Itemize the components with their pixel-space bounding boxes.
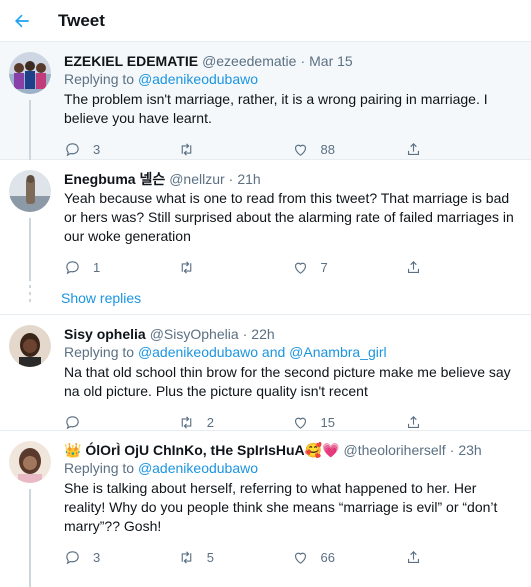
author-handle[interactable]: @theoloriherself — [344, 441, 446, 459]
tweet-header: Enegbuma 넬슨 @nellzur · 21h — [64, 170, 519, 188]
timestamp[interactable]: 23h — [458, 441, 481, 459]
reply-button[interactable]: 1 — [64, 259, 178, 276]
like-icon — [294, 417, 306, 429]
reply-count: 1 — [93, 259, 101, 275]
tweet-2[interactable]: Enegbuma 넬슨 @nellzur · 21h Yeah because … — [0, 160, 531, 281]
like-button[interactable]: 15 — [292, 414, 406, 431]
reply-count: 3 — [93, 141, 101, 157]
tweet-text: Yeah because what is one to read from th… — [64, 190, 514, 244]
like-icon — [294, 262, 306, 274]
mention-link[interactable]: @adenikeodubawo — [138, 344, 258, 360]
reply-icon — [66, 550, 79, 564]
retweet-button[interactable]: 5 — [178, 549, 292, 566]
like-icon — [294, 144, 306, 156]
page-header: Tweet — [0, 0, 531, 42]
reply-button[interactable]: 3 — [64, 549, 178, 566]
tweet-4[interactable]: 👑 ÓlOrÌ OjU ChInKo, tHe SpIrIsHuA🥰💗 @the… — [0, 431, 531, 587]
author-name[interactable]: Enegbuma 넬슨 — [64, 170, 165, 188]
thread-line — [29, 100, 31, 160]
tweet-text: She is talking about herself, referring … — [64, 480, 498, 534]
retweet-icon — [181, 142, 192, 156]
replying-label: Replying to — [64, 71, 138, 87]
like-button[interactable]: 88 — [292, 141, 406, 158]
author-handle[interactable]: @ezeedematie — [202, 52, 296, 70]
tweet-actions: 3 5 66 — [64, 540, 519, 574]
like-button[interactable]: 66 — [292, 549, 406, 566]
tweet-header: EZEKIEL EDEMATIE @ezeedematie · Mar 15 — [64, 52, 519, 70]
tweet-3[interactable]: Sisy ophelia @SisyOphelia · 22h Replying… — [0, 315, 531, 431]
retweet-count: 2 — [206, 414, 214, 430]
like-button[interactable]: 7 — [292, 259, 406, 276]
retweet-icon — [181, 550, 192, 564]
tweet-header: Sisy ophelia @SisyOphelia · 22h — [64, 325, 519, 343]
reply-icon — [66, 260, 79, 274]
like-count: 88 — [320, 141, 335, 157]
share-button[interactable] — [405, 141, 519, 158]
like-icon — [294, 552, 306, 564]
timestamp[interactable]: 22h — [251, 325, 274, 343]
share-icon — [408, 260, 420, 273]
tweet-text: Na that old school thin brow for the sec… — [64, 364, 511, 399]
replying-to: Replying to @adenikeodubawo — [64, 70, 519, 89]
separator-dot: · — [300, 53, 306, 69]
share-icon — [408, 142, 420, 155]
avatar[interactable] — [9, 52, 51, 94]
share-button[interactable] — [405, 259, 519, 276]
mention-conjunction: and — [258, 344, 290, 360]
like-count: 66 — [320, 549, 335, 565]
tweet-header: 👑 ÓlOrÌ OjU ChInKo, tHe SpIrIsHuA🥰💗 @the… — [64, 441, 519, 459]
tweet-actions: 1 7 — [64, 250, 519, 284]
mention-link[interactable]: @Anambra_girl — [289, 344, 386, 360]
retweet-button[interactable]: 2 — [178, 414, 292, 431]
share-icon — [408, 415, 420, 428]
author-handle[interactable]: @SisyOphelia — [150, 325, 239, 343]
share-button[interactable] — [405, 549, 519, 566]
thread-line — [29, 489, 31, 587]
retweet-button[interactable] — [178, 259, 292, 276]
thread-dots — [29, 285, 31, 302]
avatar[interactable] — [9, 170, 51, 212]
page-title: Tweet — [58, 10, 105, 30]
author-name[interactable]: EZEKIEL EDEMATIE — [64, 52, 198, 70]
retweet-count: 5 — [206, 549, 214, 565]
avatar[interactable] — [9, 441, 51, 483]
like-count: 15 — [320, 414, 335, 430]
show-replies-link[interactable]: Show replies — [61, 290, 141, 306]
mention-link[interactable]: @adenikeodubawo — [138, 460, 258, 476]
thread-line — [29, 218, 31, 281]
author-name[interactable]: 👑 ÓlOrÌ OjU ChInKo, tHe SpIrIsHuA🥰💗 — [64, 441, 340, 459]
replying-label: Replying to — [64, 460, 138, 476]
share-icon — [408, 550, 420, 563]
avatar[interactable] — [9, 325, 51, 367]
author-name[interactable]: Sisy ophelia — [64, 325, 146, 343]
retweet-icon — [181, 260, 192, 274]
timestamp[interactable]: 21h — [237, 170, 260, 188]
replying-to: Replying to @adenikeodubawo — [64, 459, 519, 478]
separator-dot: · — [242, 326, 248, 342]
separator-dot: · — [228, 171, 234, 187]
tweet-text: The problem isn't marriage, rather, it i… — [64, 91, 488, 126]
reply-icon — [66, 142, 79, 156]
arrow-left-icon — [15, 14, 29, 27]
like-count: 7 — [320, 259, 328, 275]
show-replies-row: Show replies — [0, 281, 531, 315]
reply-button[interactable]: 3 — [64, 141, 178, 158]
replying-label: Replying to — [64, 344, 138, 360]
separator-dot: · — [449, 442, 455, 458]
retweet-icon — [181, 415, 192, 429]
mention-link[interactable]: @adenikeodubawo — [138, 71, 258, 87]
retweet-button[interactable] — [178, 141, 292, 158]
back-button[interactable] — [10, 9, 34, 33]
timestamp[interactable]: Mar 15 — [309, 52, 353, 70]
reply-count: 3 — [93, 549, 101, 565]
replying-to: Replying to @adenikeodubawo and @Anambra… — [64, 343, 519, 362]
author-handle[interactable]: @nellzur — [169, 170, 224, 188]
reply-button[interactable] — [64, 414, 178, 431]
share-button[interactable] — [405, 414, 519, 431]
tweet-1[interactable]: EZEKIEL EDEMATIE @ezeedematie · Mar 15 R… — [0, 42, 531, 160]
reply-icon — [66, 415, 79, 429]
